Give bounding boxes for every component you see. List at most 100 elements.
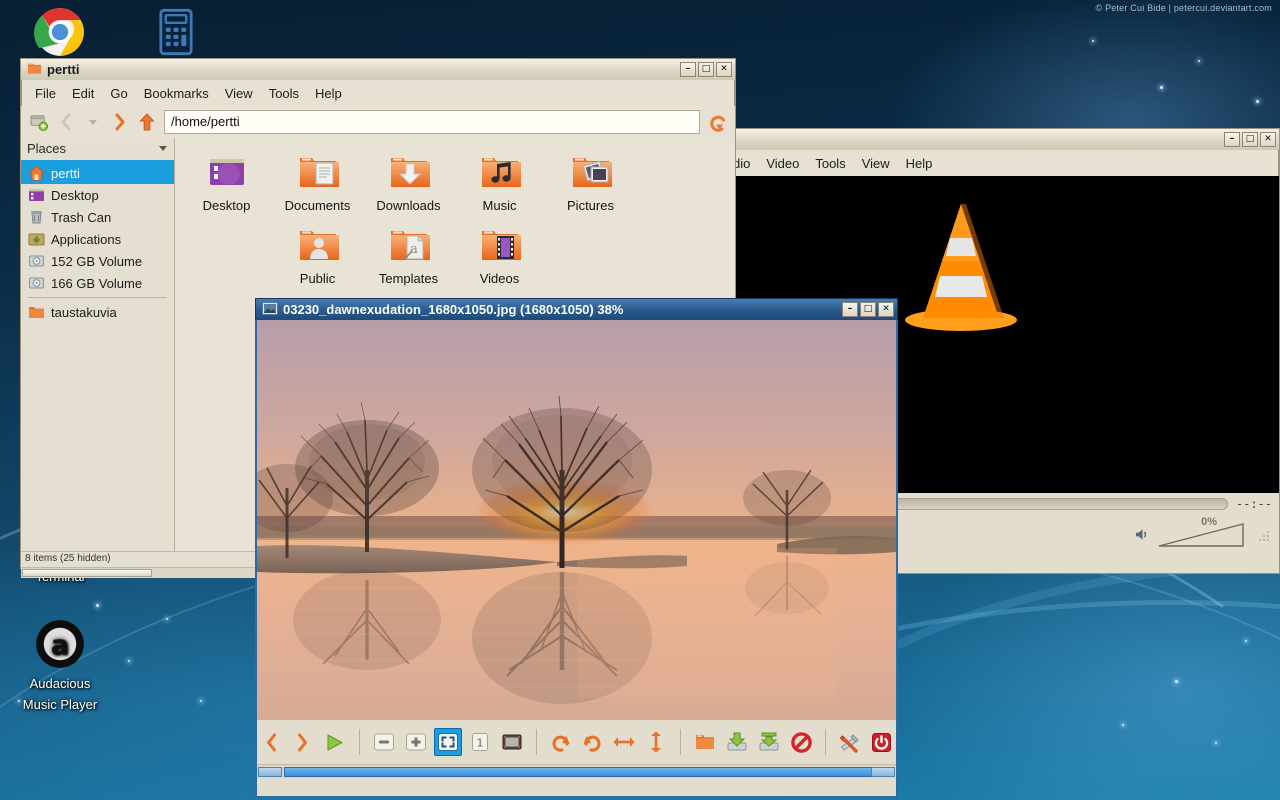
file-manager-menu-view[interactable]: View [218, 83, 260, 104]
chevron-right-icon[interactable] [110, 112, 130, 132]
star [1215, 742, 1217, 744]
vlc-maximize-button[interactable]: □ [1242, 132, 1258, 147]
star [1245, 640, 1247, 642]
file-item-videos[interactable]: Videos [454, 219, 545, 292]
image-viewer-toolbar[interactable]: 1 [257, 720, 896, 764]
fullscreen-button[interactable] [498, 728, 526, 756]
file-manager-close-button[interactable]: ✕ [716, 62, 732, 77]
file-item-templates[interactable]: a Templates [363, 219, 454, 292]
place-item-pertti[interactable]: pertti [21, 162, 174, 184]
file-manager-minimize-button[interactable]: – [680, 62, 696, 77]
vlc-menu-tools[interactable]: Tools [808, 153, 852, 174]
file-manager-menu-bookmarks[interactable]: Bookmarks [137, 83, 216, 104]
desktop-icon-label: Audacious [30, 676, 91, 691]
star [1198, 60, 1200, 62]
place-item-desktop[interactable]: Desktop [21, 184, 174, 206]
scroll-left-arrow[interactable] [258, 767, 282, 777]
actual-size-button[interactable]: 1 [466, 728, 494, 756]
previous-image-button[interactable] [257, 728, 285, 756]
toolbar-separator [536, 729, 537, 755]
file-manager-titlebar[interactable]: pertti – □ ✕ [20, 58, 736, 80]
image-viewer-titlebar[interactable]: 03230_dawnexudation_1680x1050.jpg (1680x… [255, 298, 898, 320]
path-input[interactable]: /home/pertti [164, 110, 700, 134]
image-viewer-close-button[interactable]: ✕ [878, 302, 894, 317]
file-manager-menubar[interactable]: File Edit Go Bookmarks View Tools Help [21, 80, 735, 106]
wallpaper-watermark: © Peter Cui Bide | petercui.deviantart.c… [1096, 3, 1272, 13]
vlc-minimize-button[interactable]: – [1224, 132, 1240, 147]
reload-icon[interactable] [707, 112, 727, 132]
rotate-right-button[interactable] [579, 728, 607, 756]
place-item-volume-152gb[interactable]: 152 GB Volume [21, 250, 174, 272]
file-item-label: Documents [285, 198, 351, 213]
place-item-taustakuvia[interactable]: taustakuvia [21, 301, 174, 323]
save-as-button[interactable] [755, 728, 783, 756]
desktop-icon-calculator[interactable] [116, 6, 236, 61]
open-file-button[interactable] [691, 728, 719, 756]
flip-horizontal-button[interactable] [610, 728, 638, 756]
toolbar-separator [825, 729, 826, 755]
fit-to-window-button[interactable] [434, 728, 462, 756]
image-viewer-window[interactable]: 03230_dawnexudation_1680x1050.jpg (1680x… [255, 298, 898, 776]
file-manager-menu-go[interactable]: Go [103, 83, 134, 104]
arrow-up-icon[interactable] [137, 112, 157, 132]
image-canvas[interactable] [257, 320, 896, 720]
file-manager-maximize-button[interactable]: □ [698, 62, 714, 77]
star [1122, 724, 1124, 726]
image-viewer-window-buttons: – □ ✕ [842, 302, 894, 317]
file-manager-menu-help[interactable]: Help [308, 83, 349, 104]
scrollbar-thumb[interactable] [284, 767, 872, 777]
file-item-documents[interactable]: Documents [272, 146, 363, 219]
file-item-downloads[interactable]: Downloads [363, 146, 454, 219]
svg-text:a: a [410, 242, 418, 257]
scroll-right-arrow[interactable] [871, 767, 895, 777]
file-item-label: Music [483, 198, 517, 213]
place-item-trash-can[interactable]: Trash Can [21, 206, 174, 228]
place-item-applications[interactable]: Applications [21, 228, 174, 250]
desktop-icon-chrome[interactable] [0, 6, 120, 61]
vlc-volume-group[interactable]: 0% [1134, 522, 1269, 551]
chevron-down-icon[interactable] [83, 112, 103, 132]
chevron-down-icon[interactable] [158, 141, 168, 156]
file-manager-menu-file[interactable]: File [28, 83, 63, 104]
folder-videos-icon [454, 223, 545, 269]
file-manager-toolbar[interactable]: /home/pertti [21, 106, 735, 138]
places-panel: Places pertti Desktop [21, 138, 175, 551]
file-item-music[interactable]: Music [454, 146, 545, 219]
file-item-pictures[interactable]: Pictures [545, 146, 636, 219]
image-viewer-horizontal-scrollbar[interactable] [257, 764, 896, 778]
vlc-resize-grip[interactable] [1257, 529, 1269, 543]
grid-spacer [181, 219, 272, 292]
rotate-left-button[interactable] [547, 728, 575, 756]
vlc-menubar[interactable]: layback Audio Video Tools View Help [643, 150, 1279, 176]
next-image-button[interactable] [289, 728, 317, 756]
delete-button[interactable] [787, 728, 815, 756]
places-header[interactable]: Places [21, 138, 174, 162]
quit-button[interactable] [868, 728, 896, 756]
image-viewer-maximize-button[interactable]: □ [860, 302, 876, 317]
desktop-icon [28, 187, 45, 203]
place-item-volume-166gb[interactable]: 166 GB Volume [21, 272, 174, 294]
chevron-left-icon[interactable] [56, 112, 76, 132]
flip-vertical-button[interactable] [642, 728, 670, 756]
places-separator [28, 297, 167, 298]
vlc-menu-view[interactable]: View [855, 153, 897, 174]
preferences-button[interactable] [836, 728, 864, 756]
new-window-icon[interactable] [29, 112, 49, 132]
save-button[interactable] [723, 728, 751, 756]
slideshow-button[interactable] [321, 728, 349, 756]
file-item-desktop[interactable]: Desktop [181, 146, 272, 219]
vlc-titlebar[interactable]: ia player – □ ✕ [642, 128, 1280, 150]
zoom-in-button[interactable] [402, 728, 430, 756]
file-manager-menu-edit[interactable]: Edit [65, 83, 101, 104]
vlc-menu-video[interactable]: Video [759, 153, 806, 174]
file-manager-menu-tools[interactable]: Tools [262, 83, 306, 104]
vlc-close-button[interactable]: ✕ [1260, 132, 1276, 147]
drive-icon [28, 253, 45, 269]
vlc-menu-help[interactable]: Help [899, 153, 940, 174]
place-item-label: Trash Can [51, 210, 111, 225]
desktop-icon-audacious[interactable]: a Audacious Music Player [0, 618, 120, 715]
file-item-public[interactable]: Public [272, 219, 363, 292]
zoom-out-button[interactable] [370, 728, 398, 756]
speaker-icon[interactable] [1134, 527, 1151, 545]
image-viewer-minimize-button[interactable]: – [842, 302, 858, 317]
